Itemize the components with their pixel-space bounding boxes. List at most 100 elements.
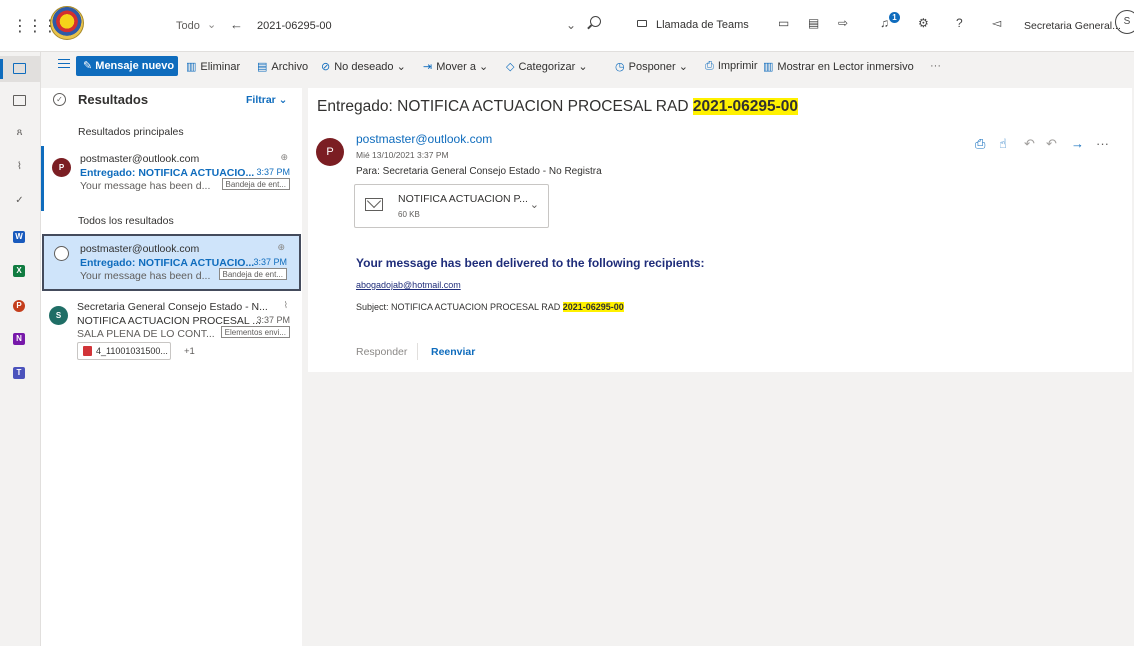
help-icon[interactable]: ?	[956, 16, 963, 30]
results-title: Resultados	[78, 92, 149, 107]
rail-item-powerpoint[interactable]: P	[0, 293, 41, 319]
mail-icon	[13, 63, 26, 74]
paperclip-icon: ⌇	[17, 161, 22, 172]
delete-button[interactable]: ▥ Eliminar	[186, 60, 240, 73]
folder-tag: Elementos envi...	[220, 326, 290, 338]
chevron-down-icon[interactable]: ⌄	[207, 18, 216, 31]
share-icon[interactable]: ⇨	[838, 16, 848, 30]
more-actions-button[interactable]: ···	[930, 60, 941, 72]
rail-item-people[interactable]: ጸ	[0, 120, 41, 146]
attachment-card[interactable]: NOTIFICA ACTUACION P... 60 KB ⌄	[354, 184, 549, 228]
rail-item-todo[interactable]: ✓	[0, 188, 41, 214]
feedback-icon[interactable]: ◅	[992, 16, 1001, 30]
reply-icon[interactable]: ↶	[1024, 136, 1035, 152]
new-message-button[interactable]: ✎ Mensaje nuevo	[76, 56, 178, 76]
categorize-button[interactable]: ◇ Categorizar ⌄	[506, 60, 588, 73]
teams-call-icon[interactable]	[637, 20, 647, 27]
filter-button[interactable]: Filtrar ⌄	[246, 94, 287, 106]
message-list: ✓ Resultados Filtrar ⌄ Resultados princi…	[41, 88, 302, 646]
forward-button[interactable]: Reenviar	[431, 346, 475, 358]
teams-icon: T	[13, 367, 25, 379]
back-arrow-icon[interactable]: ←	[230, 17, 243, 32]
excel-icon: X	[13, 265, 25, 277]
junk-label: No deseado	[334, 61, 394, 73]
list-item[interactable]: P postmaster@outlook.com ⊕ Entregado: NO…	[41, 146, 302, 211]
book-icon: ▥	[763, 61, 774, 73]
select-radio[interactable]	[54, 246, 69, 261]
app-rail: ጸ ⌇ ✓ W X P N T	[0, 52, 41, 646]
immersive-label: Mostrar en Lector inmersivo	[777, 61, 914, 73]
rail-item-word[interactable]: W	[0, 224, 41, 250]
list-item[interactable]: S Secretaria General Consejo Estado - N.…	[41, 294, 302, 374]
recipients-line: Para: Secretaria General Consejo Estado …	[356, 166, 602, 177]
calendar-icon	[13, 95, 26, 106]
sender-address[interactable]: postmaster@outlook.com	[356, 132, 492, 146]
item-preview: SALA PLENA DE LO CONT...	[77, 328, 215, 340]
unread-indicator-icon: ⊕	[277, 242, 285, 252]
onenote-feed-icon[interactable]: ▤	[808, 16, 819, 30]
list-item[interactable]: postmaster@outlook.com ⊕ Entregado: NOTI…	[42, 234, 301, 291]
item-time: 3:37 PM	[256, 167, 290, 177]
word-icon: W	[13, 231, 25, 243]
sender-avatar[interactable]: P	[316, 138, 344, 166]
attachment-chip[interactable]: 4_11001031500...	[77, 342, 171, 360]
divider	[417, 343, 418, 360]
immersive-reader-button[interactable]: ▥ Mostrar en Lector inmersivo	[763, 60, 914, 73]
rail-item-excel[interactable]: X	[0, 258, 41, 284]
search-input[interactable]: 2021-06295-00	[257, 20, 332, 32]
snooze-label: Posponer	[628, 61, 676, 73]
notification-badge: 1	[889, 12, 900, 23]
rail-item-mail[interactable]	[0, 56, 41, 82]
avatar: S	[49, 306, 68, 325]
gear-icon[interactable]: ⚙	[918, 16, 929, 30]
snooze-button[interactable]: ◷ Posponer ⌄	[615, 60, 688, 73]
recipient-link[interactable]: abogadojab@hotmail.com	[356, 280, 461, 290]
hamburger-menu-icon[interactable]	[58, 59, 70, 68]
powerpoint-icon: P	[13, 300, 25, 312]
trash-icon: ▥	[186, 61, 197, 73]
like-icon[interactable]: ☝	[999, 136, 1007, 152]
item-time: 3:37 PM	[253, 257, 287, 267]
print-button[interactable]: ⎙ Imprimir	[705, 60, 758, 73]
search-scope-dropdown[interactable]: Todo	[176, 20, 200, 32]
rail-item-teams[interactable]: T	[0, 360, 41, 386]
print-icon[interactable]: ⎙	[975, 136, 985, 152]
avatar[interactable]: S	[1115, 10, 1134, 34]
top-bar: ⋮⋮⋮ Todo ⌄ ← 2021-06295-00 ⌄ Llamada de …	[0, 0, 1134, 52]
chevron-down-icon[interactable]: ⌄	[530, 198, 539, 211]
more-icon[interactable]: ···	[1096, 136, 1109, 151]
item-sender: postmaster@outlook.com	[80, 153, 200, 165]
search-options-chevron-icon[interactable]: ⌄	[566, 18, 576, 32]
reply-all-icon[interactable]: ↶	[1046, 136, 1057, 152]
rail-item-calendar[interactable]	[0, 88, 41, 114]
chat-icon[interactable]: ▭	[778, 16, 789, 30]
user-name[interactable]: Secretaria General...	[1024, 20, 1121, 32]
avatar: P	[52, 158, 71, 177]
subject-highlight: 2021-06295-00	[692, 98, 798, 115]
message-date: Mié 13/10/2021 3:37 PM	[356, 150, 449, 160]
rail-item-onenote[interactable]: N	[0, 326, 41, 352]
organization-logo	[50, 6, 84, 40]
more-attachments[interactable]: +1	[184, 346, 195, 357]
reply-button[interactable]: Responder	[356, 346, 407, 358]
envelope-icon	[365, 198, 383, 211]
archive-button[interactable]: ▤ Archivo	[257, 60, 308, 73]
clock-icon: ◷	[615, 61, 625, 73]
move-to-button[interactable]: ⇥ Mover a ⌄	[423, 60, 488, 73]
reading-pane: Entregado: NOTIFICA ACTUACION PROCESAL R…	[308, 88, 1132, 372]
junk-button[interactable]: ⊘ No deseado ⌄	[321, 60, 406, 73]
search-icon[interactable]	[590, 16, 601, 27]
move-label: Mover a	[436, 61, 476, 73]
archive-icon: ▤	[257, 61, 268, 73]
categorize-label: Categorizar	[518, 61, 576, 73]
move-icon: ⇥	[423, 61, 433, 73]
subject-text: Entregado: NOTIFICA ACTUACION PROCESAL R…	[317, 98, 693, 115]
bell-icon[interactable]: ♫	[880, 16, 889, 30]
forward-arrow-icon[interactable]: →	[1071, 136, 1084, 151]
teams-call-button[interactable]: Llamada de Teams	[656, 19, 749, 31]
paperclip-icon: ⌇	[283, 300, 288, 310]
item-sender: Secretaria General Consejo Estado - N...	[77, 301, 268, 313]
rail-item-files[interactable]: ⌇	[0, 154, 41, 180]
body-subject-highlight: 2021-06295-00	[562, 302, 624, 312]
select-all-check-icon[interactable]: ✓	[53, 93, 66, 106]
